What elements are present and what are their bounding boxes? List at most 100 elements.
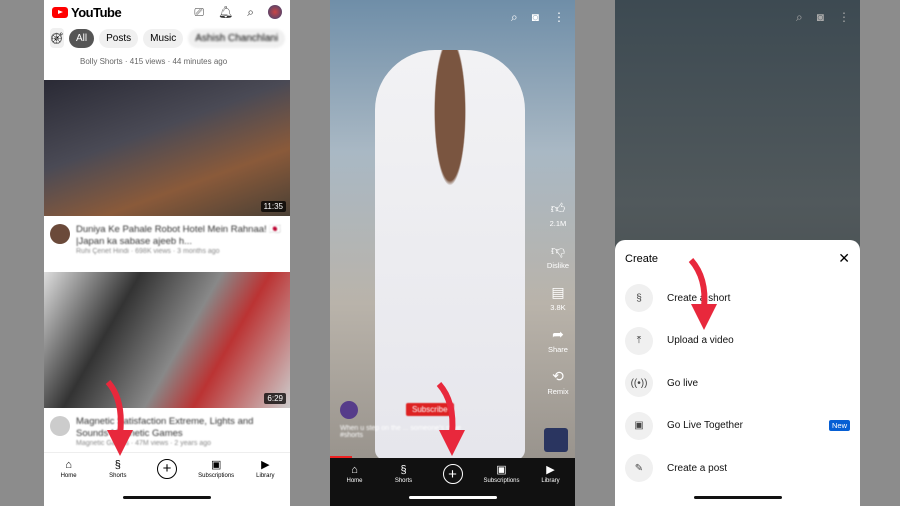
chip-channel[interactable]: Ashish Chanchlani [188, 28, 286, 48]
compass-icon[interactable]: 🧭︎ [50, 28, 64, 48]
option-label: Create a post [667, 462, 728, 474]
bottom-nav: ⌂ Home § Shorts + ▣ Subscriptions ▶ Library [44, 452, 290, 484]
new-badge: New [828, 420, 850, 432]
filter-chips: 🧭︎ All Posts Music Ashish Chanchlani [44, 24, 290, 52]
more-icon[interactable]: ⋮ [553, 10, 565, 25]
remix-button[interactable]: ⟲ Remix [547, 368, 568, 396]
channel-avatar[interactable] [50, 224, 70, 244]
video-info[interactable]: Duniya Ke Pahale Robot Hotel Mein Rahnaa… [44, 216, 290, 272]
cast-icon[interactable]: ⎚ [194, 5, 204, 20]
nav-label: Subscriptions [483, 478, 520, 484]
comments-button[interactable]: ▤ 3.8K [550, 284, 565, 312]
remix-label: Remix [547, 387, 569, 396]
nav-label: Library [541, 478, 560, 484]
caption: When u step on the ... someone's shoe #sh… [340, 425, 461, 439]
video-duration: 11:35 [260, 201, 286, 212]
nav-label: Home [60, 472, 77, 479]
shorts-icon: § [625, 284, 653, 313]
option-label: Create a short [667, 292, 731, 304]
bell-icon[interactable]: 🔔︎ [218, 5, 233, 19]
youtube-logo-icon [52, 6, 68, 18]
nav-shorts[interactable]: § Shorts [384, 464, 424, 484]
video-subtitle: Magnetic Games · 47M views · 2 years ago [76, 440, 211, 447]
thumbs-up-icon: 👍︎ [550, 200, 566, 216]
live-together-icon: ▣ [625, 411, 653, 440]
video-duration: 6:29 [264, 393, 286, 404]
nav-create[interactable]: + [147, 458, 187, 479]
option-label: Go live [667, 377, 699, 389]
comment-icon: ▤ [551, 284, 565, 300]
video-content [375, 50, 525, 460]
channel-avatar[interactable] [340, 401, 358, 419]
search-icon[interactable]: ⌕ [247, 5, 254, 20]
nav-library[interactable]: ▶ Library [245, 459, 285, 479]
nav-create[interactable]: + [433, 464, 473, 484]
logo-text: YouTube [71, 4, 122, 20]
shorts-icon: § [400, 464, 407, 476]
go-live-option[interactable]: ((•)) Go live [625, 362, 850, 405]
share-button[interactable]: ➦ Share [548, 326, 568, 354]
like-count: 2.1M [549, 219, 567, 228]
search-icon[interactable]: ⌕ [511, 10, 518, 25]
comment-count: 3.8K [550, 303, 566, 312]
top-bar: YouTube ⎚ 🔔︎ ⌕ [44, 0, 290, 24]
nav-home[interactable]: ⌂ Home [335, 464, 375, 484]
nav-library[interactable]: ▶ Library [531, 464, 571, 484]
nav-label: Library [256, 472, 275, 479]
dislike-button[interactable]: 👎︎ Dislike [547, 242, 569, 270]
home-icon: ⌂ [65, 458, 72, 471]
youtube-home-screen: YouTube ⎚ 🔔︎ ⌕ 🧭︎ All Posts Music Ashish… [44, 0, 290, 506]
library-icon: ▶ [261, 458, 270, 471]
edit-icon: ✎ [625, 454, 653, 483]
nav-label: Subscriptions [198, 472, 235, 479]
nav-home[interactable]: ⌂ Home [49, 459, 89, 479]
shorts-player-screen: ⌕ ◙ ⋮ 👍︎ 2.1M 👎︎ Dislike ▤ 3.8K ➦ Share ⟲ Remix… [330, 0, 575, 506]
upload-icon: ⤒ [625, 326, 653, 355]
subscriptions-icon: ▣ [210, 458, 222, 471]
thumbs-down-icon: 👎︎ [550, 242, 566, 258]
upload-video-option[interactable]: ⤒ Upload a video [625, 320, 850, 363]
go-live-together-option[interactable]: ▣ Go Live Together New [625, 405, 850, 448]
chip-posts[interactable]: Posts [99, 28, 139, 48]
library-icon: ▶ [546, 464, 555, 476]
shorts-icon: § [114, 458, 121, 471]
create-post-option[interactable]: ✎ Create a post [625, 447, 850, 490]
option-label: Go Live Together [667, 420, 743, 432]
subscribe-button[interactable]: Subscribe [406, 403, 454, 416]
camera-icon[interactable]: ◙ [532, 10, 539, 25]
search-icon: ⌕ [796, 10, 803, 24]
home-indicator [123, 496, 211, 499]
close-icon[interactable]: ✕ [838, 250, 850, 267]
avatar[interactable] [268, 5, 282, 19]
like-button[interactable]: 👍︎ 2.1M [550, 200, 567, 228]
home-indicator [693, 496, 782, 499]
share-icon: ➦ [552, 326, 564, 342]
video-title[interactable]: Duniya Ke Pahale Robot Hotel Mein Rahnaa… [76, 224, 284, 248]
sheet-title: Create [625, 252, 659, 265]
video-thumbnail[interactable]: 11:35 [44, 80, 290, 216]
nav-label: Shorts [394, 478, 413, 484]
create-short-option[interactable]: § Create a short [625, 277, 850, 320]
hashtag[interactable]: #shorts [340, 432, 461, 439]
nav-subscriptions[interactable]: ▣ Subscriptions [196, 459, 236, 479]
video-subtitle: Ruhi Çenet Hindi · 698K views · 3 months… [76, 248, 220, 255]
chip-music[interactable]: Music [143, 28, 184, 48]
nav-shorts[interactable]: § Shorts [98, 459, 138, 479]
dislike-label: Dislike [546, 261, 569, 270]
video-title[interactable]: Magnetic Satisfaction Extreme, Lights an… [76, 416, 284, 440]
subscriptions-icon: ▣ [496, 464, 507, 476]
video-thumbnail[interactable]: 6:29 [44, 272, 290, 408]
sound-thumbnail[interactable] [544, 428, 568, 452]
create-sheet-screen: ⌕ ◙ ⋮ Create ✕ § Create a short ⤒ Upload a vi… [615, 0, 860, 506]
youtube-logo[interactable]: YouTube [52, 4, 122, 20]
nav-subscriptions[interactable]: ▣ Subscriptions [482, 464, 522, 484]
plus-icon: + [442, 464, 463, 484]
nav-label: Shorts [109, 472, 127, 479]
channel-avatar[interactable] [50, 416, 70, 436]
camera-icon: ◙ [816, 10, 824, 24]
shorts-actions: 👍︎ 2.1M 👎︎ Dislike ▤ 3.8K ➦ Share ⟲ Remix [547, 200, 569, 396]
remix-icon: ⟲ [552, 368, 564, 384]
option-label: Upload a video [667, 335, 734, 347]
caption-text: When u step on the ... someone's shoe [340, 425, 462, 432]
chip-all[interactable]: All [68, 28, 95, 48]
